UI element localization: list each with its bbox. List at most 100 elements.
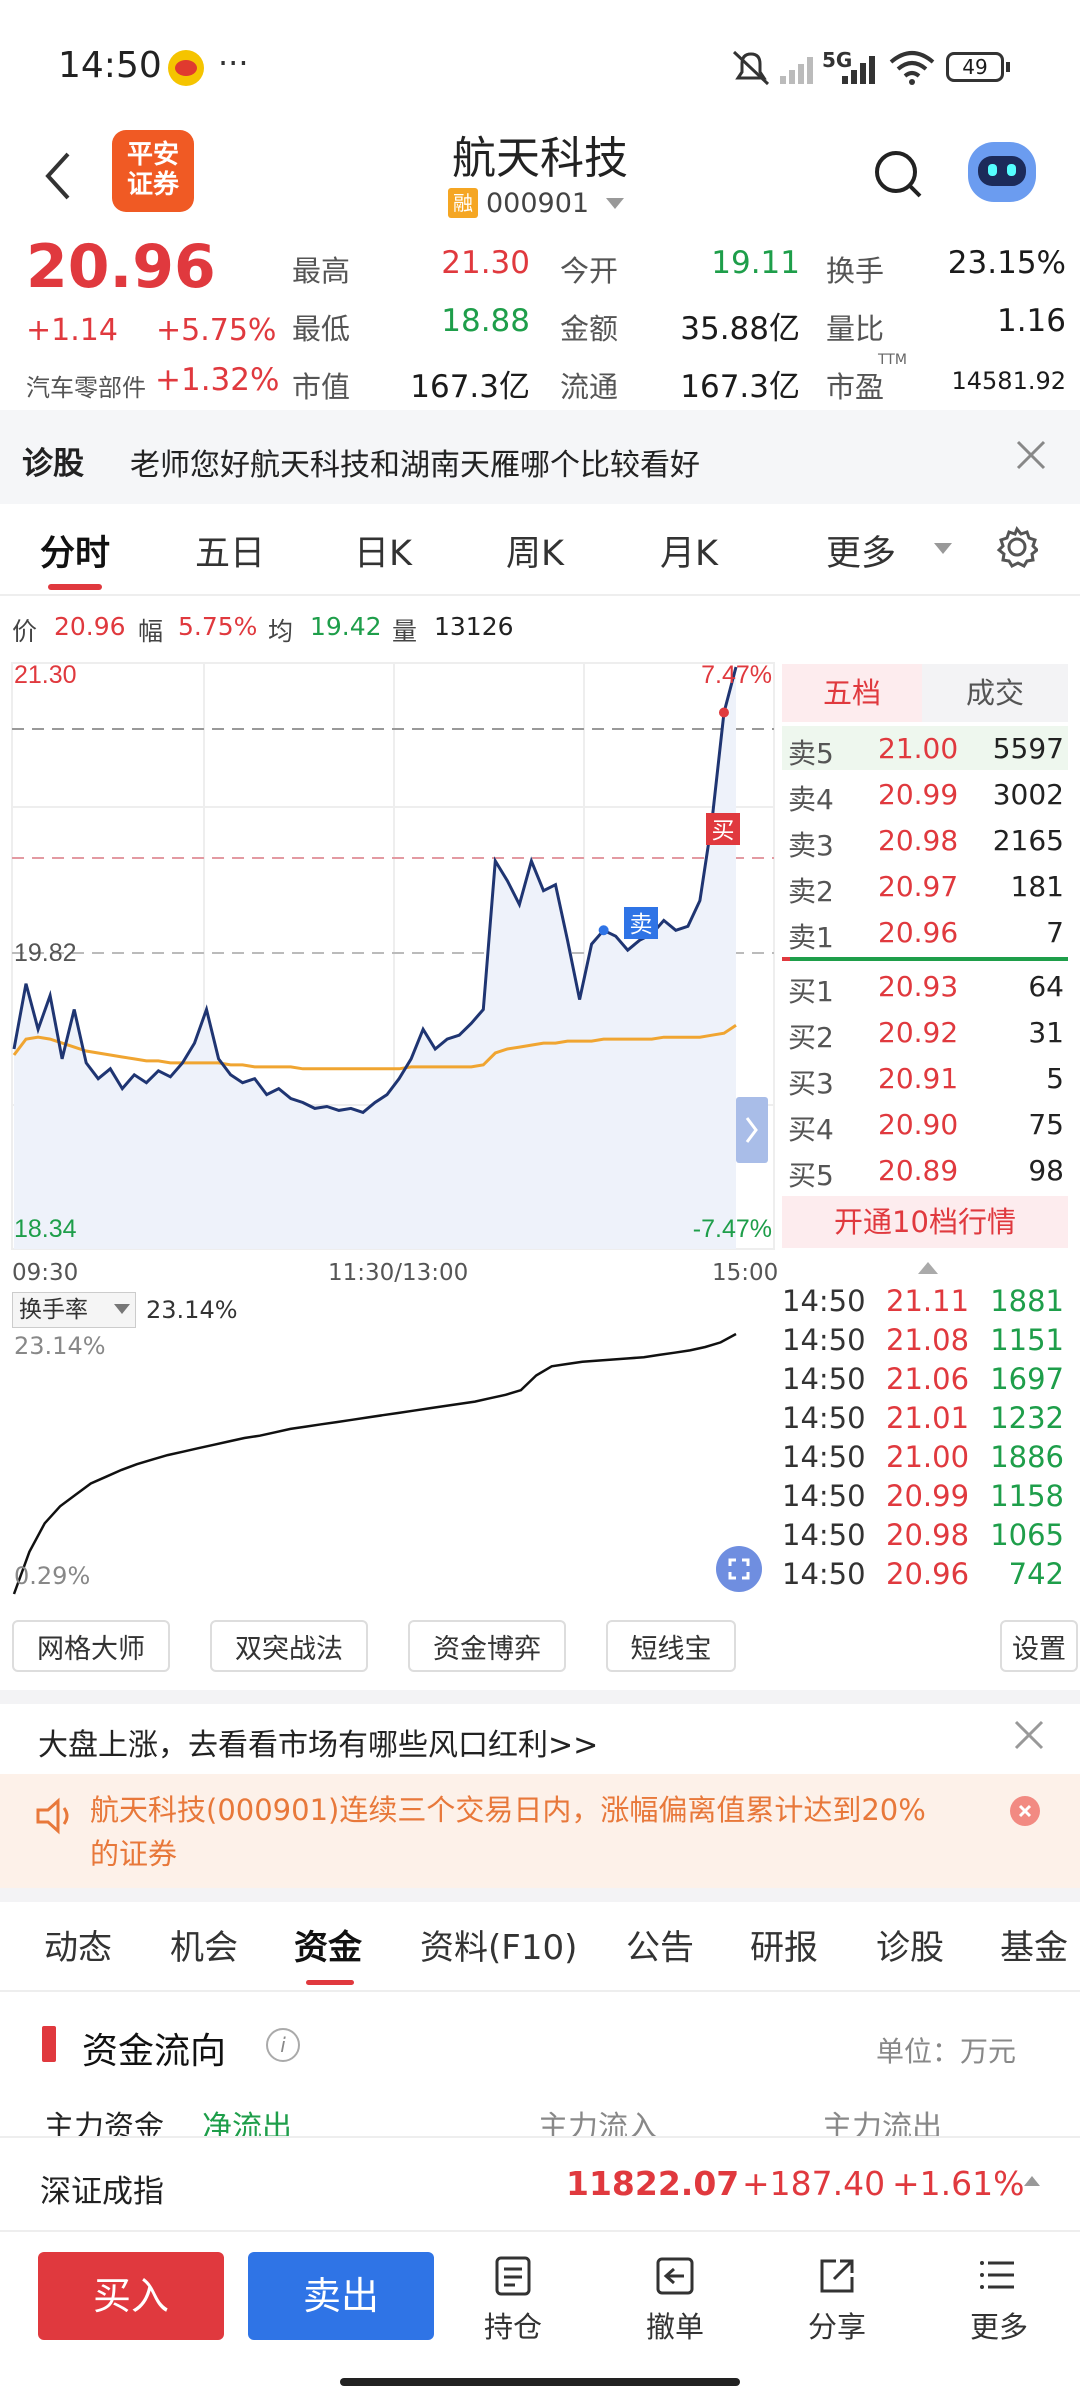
trade-row: 14:50 20.98 1065 xyxy=(780,1516,1070,1554)
risk-alert-text: 航天科技(000901)连续三个交易日内，涨幅偏离值累计达到20% 的证券 xyxy=(90,1788,990,1876)
share-button[interactable]: 分享 xyxy=(782,2255,892,2346)
fullscreen-icon[interactable] xyxy=(716,1546,762,1592)
collapse-arrow-icon[interactable] xyxy=(918,1262,938,1274)
trade-volume: 742 xyxy=(1008,1557,1064,1591)
close-icon[interactable] xyxy=(1014,438,1048,472)
trade-volume: 1232 xyxy=(990,1401,1064,1435)
info-price: 20.96 xyxy=(54,612,126,641)
level-label: 卖5 xyxy=(788,737,834,770)
tool-double-break[interactable]: 双突战法 xyxy=(210,1620,368,1672)
tab-f10[interactable]: 资料(F10) xyxy=(420,1920,577,1969)
tools-settings-button[interactable]: 设置 xyxy=(1000,1620,1078,1672)
trade-price: 21.08 xyxy=(886,1323,970,1357)
open-ten-level-button[interactable]: 开通10档行情 xyxy=(782,1196,1068,1248)
trade-time: 14:50 xyxy=(782,1284,866,1318)
tool-fund-game[interactable]: 资金博弈 xyxy=(408,1620,566,1672)
peek-net-outflow: 净流出 xyxy=(202,2110,292,2136)
alert-close-icon[interactable] xyxy=(1010,1796,1040,1826)
order-book-buy-row[interactable]: 买4 20.90 75 xyxy=(782,1102,1068,1146)
label-market-cap: 市值 xyxy=(292,370,351,404)
order-book-buy-row[interactable]: 买3 20.91 5 xyxy=(782,1056,1068,1100)
tab-fund[interactable]: 基金 xyxy=(1000,1920,1068,1969)
diagnose-label: 诊股 xyxy=(22,446,84,482)
trade-price: 21.00 xyxy=(886,1440,970,1474)
time-end: 15:00 xyxy=(712,1260,779,1286)
order-book-sell-row[interactable]: 卖5 21.00 5597 xyxy=(782,726,1068,770)
info-icon[interactable]: i xyxy=(266,2028,300,2062)
intraday-chart[interactable]: 21.30 7.47% 19.82 18.34 -7.47% 买 卖 xyxy=(0,655,780,1255)
order-book-buy-row[interactable]: 买5 20.89 98 xyxy=(782,1148,1068,1192)
cancel-order-icon xyxy=(656,2257,694,2295)
trade-time: 14:50 xyxy=(782,1362,866,1396)
value-market-cap: 167.3亿 xyxy=(410,369,530,405)
tab-announcements[interactable]: 公告 xyxy=(626,1920,694,1969)
diagnose-bar[interactable]: 诊股 老师您好航天科技和湖南天雁哪个比较看好 xyxy=(0,410,1080,504)
share-icon xyxy=(820,2259,854,2293)
tool-short-line[interactable]: 短线宝 xyxy=(606,1620,736,1672)
position-button[interactable]: 持仓 xyxy=(458,2255,568,2346)
buy-button[interactable]: 买入 xyxy=(38,2252,224,2340)
level-price: 20.99 xyxy=(878,778,959,811)
risk-alert-banner[interactable]: 航天科技(000901)连续三个交易日内，涨幅偏离值累计达到20% 的证券 xyxy=(0,1774,1080,1888)
clock: 14:50 xyxy=(58,45,162,86)
fund-flow-title: 资金流向 xyxy=(82,2031,227,2072)
tab-weekly-k[interactable]: 周K xyxy=(506,525,564,576)
trade-time: 14:50 xyxy=(782,1401,866,1435)
tool-grid-master[interactable]: 网格大师 xyxy=(12,1620,170,1672)
order-book-buy-row[interactable]: 买2 20.92 31 xyxy=(782,1010,1068,1054)
pct-max-label: 7.47% xyxy=(701,661,772,689)
order-book-sell-row[interactable]: 卖3 20.98 2165 xyxy=(782,818,1068,862)
index-bar[interactable]: 深证成指 11822.07 +187.40 +1.61% xyxy=(0,2136,1080,2232)
info-range: 5.75% xyxy=(178,612,258,641)
trade-row: 14:50 21.01 1232 xyxy=(780,1399,1070,1437)
tab-research[interactable]: 研报 xyxy=(750,1920,818,1969)
battery-level: 49 xyxy=(962,55,988,79)
level-price: 20.96 xyxy=(878,916,959,949)
tab-deals[interactable]: 成交 xyxy=(922,664,1068,722)
turnover-max-label: 23.14% xyxy=(14,1332,106,1360)
tab-daily-k[interactable]: 日K xyxy=(354,525,412,576)
order-book-sell-row[interactable]: 卖4 20.99 3002 xyxy=(782,772,1068,816)
code-dropdown-icon[interactable] xyxy=(606,198,624,209)
level-volume: 5 xyxy=(1046,1062,1064,1095)
trade-price: 20.99 xyxy=(886,1479,970,1513)
speaker-icon xyxy=(36,1797,69,1835)
tab-monthly-k[interactable]: 月K xyxy=(660,525,718,576)
tab-five-level[interactable]: 五档 xyxy=(782,664,922,722)
value-low: 18.88 xyxy=(441,303,530,339)
label-high: 最高 xyxy=(292,254,351,288)
tab-more[interactable]: 更多 xyxy=(826,525,896,576)
sell-button[interactable]: 卖出 xyxy=(248,2252,434,2340)
index-change-pct: +1.61% xyxy=(892,2164,1025,2203)
expand-panel-handle[interactable] xyxy=(736,1097,768,1163)
promo-banner[interactable]: 大盘上涨，去看看市场有哪些风口红利>> xyxy=(38,1720,598,1764)
tab-opportunity[interactable]: 机会 xyxy=(170,1920,238,1969)
order-book-buy-row[interactable]: 买1 20.93 64 xyxy=(782,964,1068,1008)
position-icon xyxy=(495,2256,531,2296)
trade-time: 14:50 xyxy=(782,1440,866,1474)
search-icon[interactable] xyxy=(870,146,926,206)
turnover-line xyxy=(12,1332,737,1595)
promo-close-icon[interactable] xyxy=(1012,1718,1046,1752)
diagnose-text: 老师您好航天科技和湖南天雁哪个比较看好 xyxy=(130,448,700,483)
value-pe: 14581.92 xyxy=(951,367,1066,395)
order-book-sell-row[interactable]: 卖1 20.96 7 xyxy=(782,910,1068,954)
battery-icon: 49 xyxy=(946,52,1004,82)
value-turnover: 23.15% xyxy=(947,245,1066,281)
tab-news[interactable]: 动态 xyxy=(44,1920,112,1969)
more-button[interactable]: 更多 xyxy=(944,2255,1054,2346)
fund-flow-peek: 主力资金 净流出 主力流入 主力流出 xyxy=(0,2110,1080,2136)
level-volume: 64 xyxy=(1028,970,1064,1003)
cancel-label: 撤单 xyxy=(645,2310,704,2344)
tab-intraday[interactable]: 分时 xyxy=(40,525,110,576)
label-pe: 市盈 xyxy=(826,370,885,404)
section-marker xyxy=(42,2026,56,2062)
order-book-sell-row[interactable]: 卖2 20.97 181 xyxy=(782,864,1068,908)
tab-diagnose[interactable]: 诊股 xyxy=(876,1920,944,1969)
robot-assistant-icon[interactable] xyxy=(968,142,1036,202)
settings-gear-icon[interactable] xyxy=(996,526,1038,568)
tab-funds[interactable]: 资金 xyxy=(294,1920,362,1969)
tab-five-day[interactable]: 五日 xyxy=(195,525,265,576)
level-label: 卖2 xyxy=(788,875,834,908)
cancel-order-button[interactable]: 撤单 xyxy=(620,2255,730,2346)
